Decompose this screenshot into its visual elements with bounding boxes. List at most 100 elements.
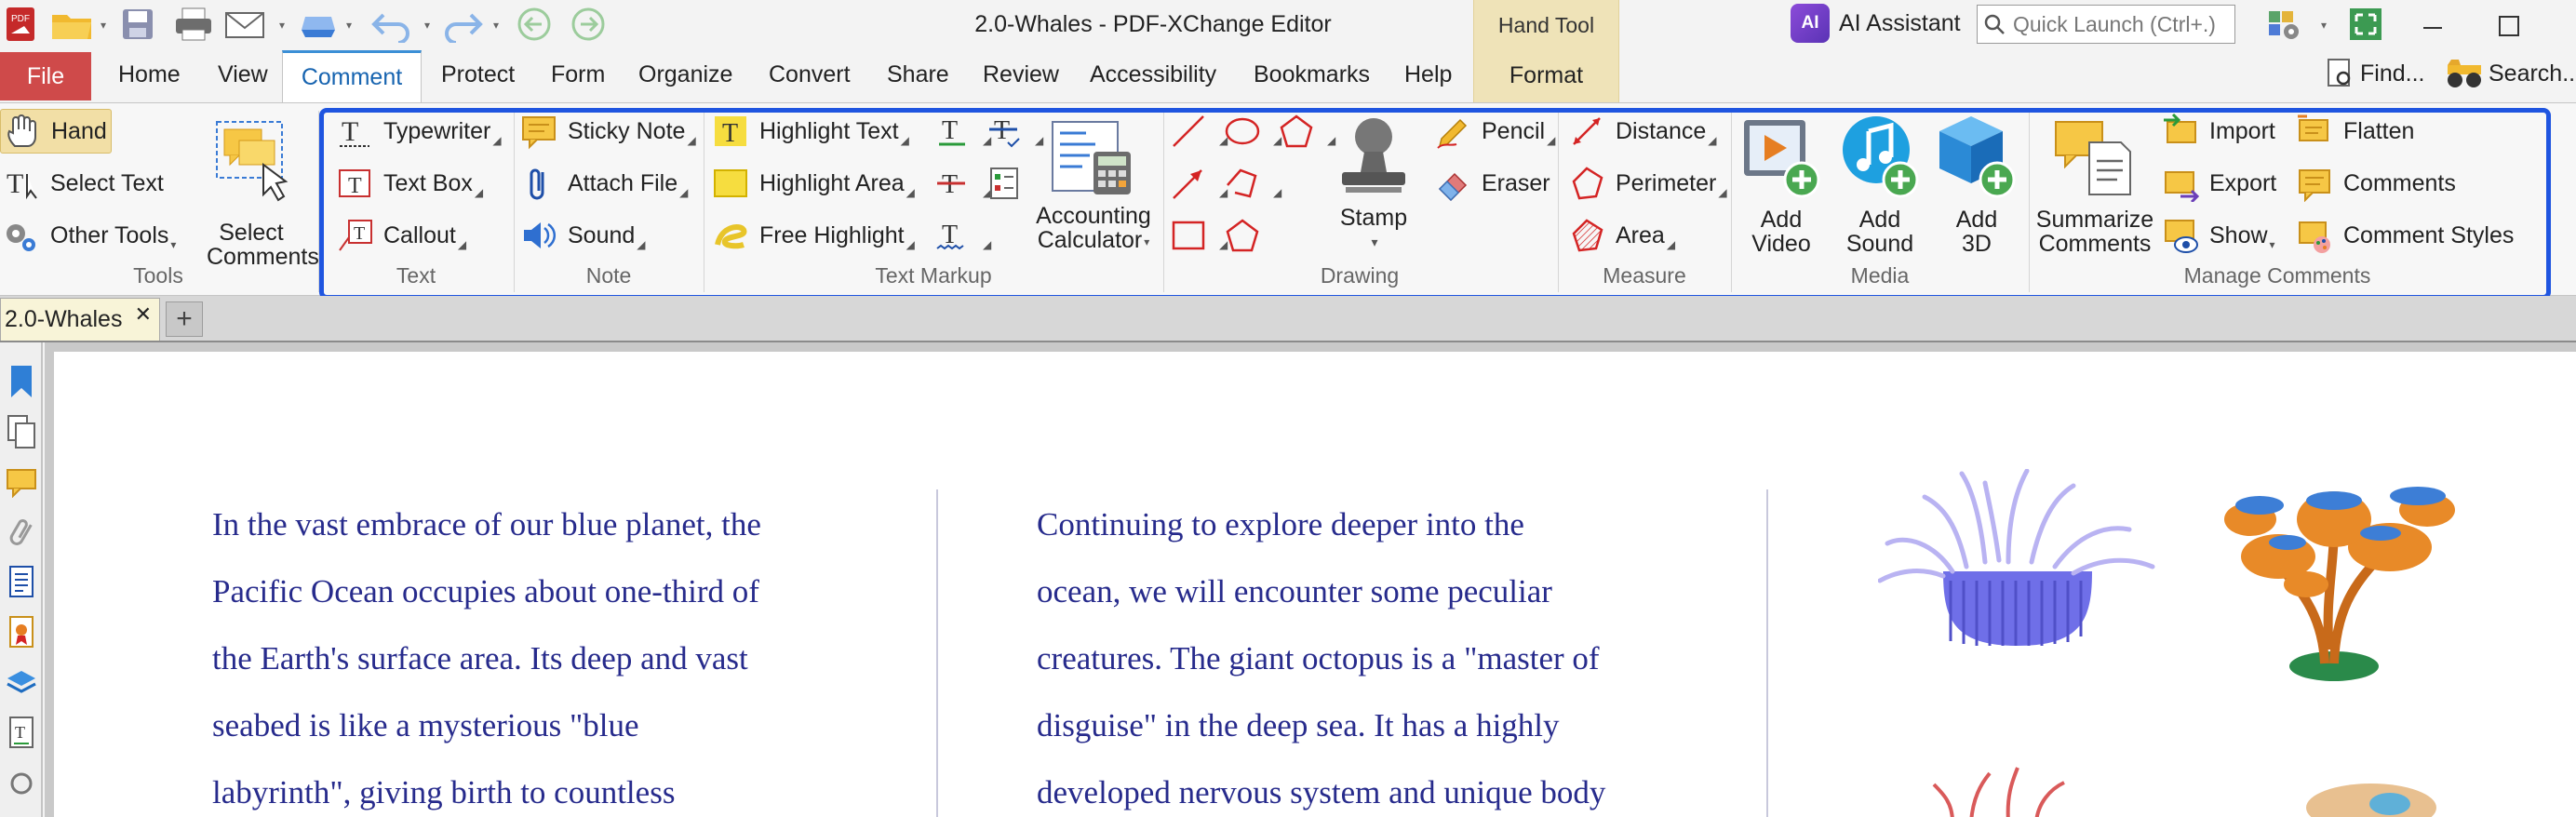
oval-icon — [1221, 110, 1264, 153]
menu-home[interactable]: Home — [118, 61, 181, 88]
text-line: the Earth's surface area. Its deep and v… — [212, 640, 748, 676]
binoculars-icon — [2448, 60, 2481, 87]
arrow-icon — [1167, 162, 1210, 205]
pdf-page[interactable]: In the vast embrace of our blue planet, … — [54, 352, 2576, 817]
quick-launch-box[interactable] — [1977, 5, 2235, 44]
chevron-down-icon: ◢ — [679, 186, 689, 199]
ribbon-separator — [2029, 111, 2030, 292]
typewriter-button[interactable]: T Typewriter ◢ — [333, 109, 502, 154]
stamp-button[interactable]: Stamp ▾ — [1320, 114, 1428, 254]
menu-share[interactable]: Share — [887, 61, 949, 88]
chevron-down-icon: ◢ — [906, 238, 915, 251]
show-comments-button[interactable]: Show ▾ — [2159, 213, 2275, 258]
polyline-tool-button[interactable]: ◢ — [1221, 161, 1281, 206]
bookmarks-panel-icon[interactable] — [4, 361, 39, 402]
minimize-icon[interactable] — [2414, 7, 2451, 45]
chevron-down-icon: ◢ — [687, 134, 696, 147]
comments-list-button[interactable]: Comments — [2293, 161, 2456, 206]
line-tool-button[interactable]: ◢ — [1167, 109, 1228, 154]
add-sound-button[interactable]: Add Sound — [1833, 113, 1926, 256]
fullscreen-icon[interactable] — [2347, 4, 2384, 45]
svg-text:T: T — [354, 223, 365, 244]
menu-view[interactable]: View — [218, 61, 268, 88]
attachments-panel-icon[interactable] — [4, 512, 39, 553]
pages-panel-icon[interactable] — [4, 411, 39, 452]
show-icon — [2159, 214, 2202, 257]
form-check-button[interactable] — [983, 161, 1033, 206]
customize-ui-icon[interactable] — [2265, 4, 2314, 45]
eraser-button[interactable]: Eraser — [1431, 161, 1550, 206]
distance-button[interactable]: Distance ◢ — [1565, 109, 1717, 154]
menu-comment[interactable]: Comment — [282, 50, 422, 102]
chevron-down-icon: ◢ — [474, 186, 484, 199]
menu-help[interactable]: Help — [1404, 61, 1452, 88]
fields-panel-icon[interactable]: T — [4, 713, 39, 754]
chevron-down-icon: ◢ — [1547, 134, 1556, 147]
ribbon-separator — [514, 111, 515, 292]
callout-button[interactable]: T Callout ◢ — [333, 213, 466, 258]
select-comments-icon — [216, 121, 288, 202]
speaker-icon — [517, 214, 560, 257]
text-line: disguise" in the deep sea. It has a high… — [1037, 707, 1560, 743]
menu-form[interactable]: Form — [551, 61, 605, 88]
other-tools-button[interactable]: Other Tools ▾ — [0, 213, 176, 258]
add-3d-button[interactable]: Add 3D — [1932, 113, 2021, 256]
document-tab[interactable]: 2.0-Whales ✕ — [0, 298, 160, 341]
text-line: labyrinth", giving birth to countless — [212, 774, 676, 810]
more-panels-icon[interactable] — [4, 763, 39, 804]
ai-assistant-button[interactable]: AI AI Assistant — [1791, 2, 1961, 45]
flatten-comments-button[interactable]: Flatten — [2293, 109, 2414, 154]
layers-panel-icon[interactable] — [4, 663, 39, 703]
comments-panel-icon[interactable] — [4, 462, 39, 502]
menu-convert[interactable]: Convert — [769, 61, 851, 88]
chevron-down-icon[interactable]: ▾ — [2321, 19, 2327, 32]
search-button[interactable]: Search... — [2446, 58, 2576, 89]
text-line: seabed is like a mysterious "blue — [212, 707, 639, 743]
hand-tool-button[interactable]: Hand — [0, 109, 112, 154]
rectangle-tool-button[interactable]: ◢ — [1167, 213, 1228, 258]
find-button[interactable]: Find... — [2327, 58, 2424, 89]
new-tab-button[interactable]: + — [166, 301, 203, 337]
pencil-button[interactable]: Pencil ◢ — [1431, 109, 1555, 154]
document-viewport[interactable]: In the vast embrace of our blue planet, … — [45, 342, 2576, 817]
highlight-text-button[interactable]: T Highlight Text ◢ — [709, 109, 909, 154]
export-icon — [2159, 162, 2202, 205]
select-text-button[interactable]: T Select Text — [0, 161, 164, 206]
sticky-note-button[interactable]: Sticky Note ◢ — [517, 109, 696, 154]
text-line: Continuing to explore deeper into the — [1037, 506, 1524, 542]
menu-accessibility[interactable]: Accessibility — [1090, 61, 1216, 88]
comment-styles-button[interactable]: Comment Styles — [2293, 213, 2514, 258]
oval-tool-button[interactable]: ◢ — [1221, 109, 1281, 154]
close-tab-icon[interactable]: ✕ — [135, 302, 152, 327]
summarize-comments-button[interactable]: Summarize Comments — [2033, 113, 2157, 256]
highlight-area-button[interactable]: Highlight Area ◢ — [709, 161, 915, 206]
signatures-panel-icon[interactable] — [4, 612, 39, 653]
maximize-icon[interactable] — [2490, 7, 2528, 45]
cloud-tool-button[interactable] — [1221, 213, 1271, 258]
free-highlight-button[interactable]: Free Highlight ◢ — [709, 213, 915, 258]
area-button[interactable]: Area ◢ — [1565, 213, 1675, 258]
export-comments-button[interactable]: Export — [2159, 161, 2276, 206]
menu-bookmarks[interactable]: Bookmarks — [1254, 61, 1370, 88]
select-comments-button[interactable]: Select Comments — [207, 116, 319, 269]
menu-file[interactable]: File — [0, 52, 91, 100]
text-line: ocean, we will encounter some peculiar — [1037, 573, 1552, 609]
accounting-calculator-button[interactable]: Accounting Calculator ▾ — [1031, 118, 1156, 256]
arrow-tool-button[interactable]: ◢ — [1167, 161, 1228, 206]
text-box-button[interactable]: T Text Box ◢ — [333, 161, 483, 206]
import-comments-button[interactable]: Import — [2159, 109, 2275, 154]
music-icon — [1843, 116, 1919, 198]
sea-anemone-image — [1878, 469, 2155, 646]
content-panel-icon[interactable] — [4, 562, 39, 603]
sound-button[interactable]: Sound ◢ — [517, 213, 646, 258]
stamp-icon — [1342, 118, 1405, 193]
menu-organize[interactable]: Organize — [638, 61, 732, 88]
menu-protect[interactable]: Protect — [441, 61, 515, 88]
menu-review[interactable]: Review — [983, 61, 1059, 88]
add-video-button[interactable]: Add Video — [1737, 113, 1826, 256]
attach-file-button[interactable]: Attach File ◢ — [517, 161, 688, 206]
coral-tree-image — [2224, 487, 2455, 681]
squiggly-button[interactable]: T ◢ — [931, 213, 991, 258]
quick-launch-input[interactable] — [2013, 11, 2227, 37]
perimeter-button[interactable]: Perimeter ◢ — [1565, 161, 1727, 206]
